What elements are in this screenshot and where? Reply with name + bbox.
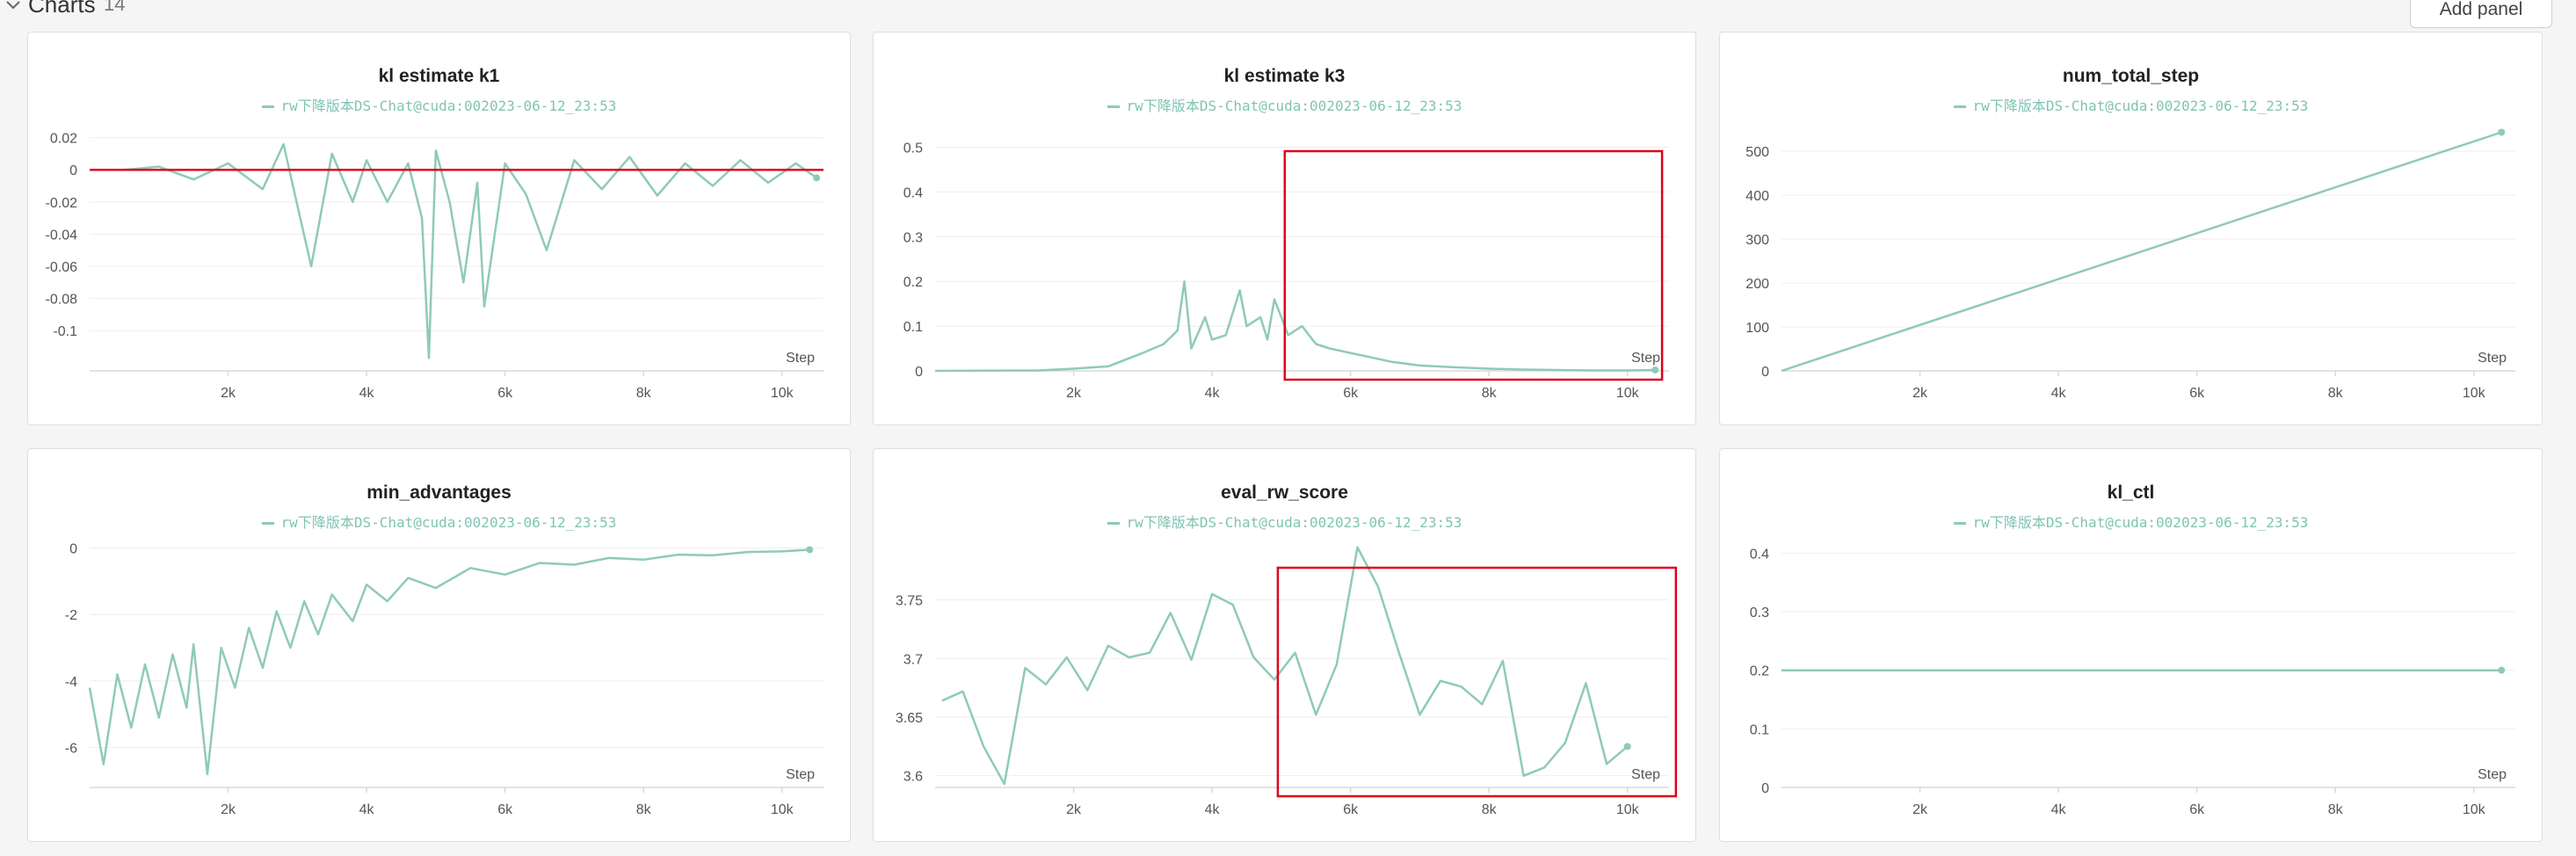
section-title: Charts [28, 0, 96, 18]
y-tick-label: 3.65 [896, 711, 923, 726]
panel-eval-rw-score[interactable]: eval_rw_score rw下降版本DS-Chat@cuda:002023-… [873, 448, 1696, 842]
y-tick-label: 0.2 [1750, 664, 1769, 679]
x-tick-label: 2k [221, 802, 236, 817]
chart-kl-ctl: 0 0.1 0.2 0.3 0.4 2k 4k 6k 8k 10k Step [1750, 547, 2515, 817]
series-end-point [806, 546, 814, 554]
x-tick-label: 6k [2189, 386, 2205, 401]
panel-min-advantages[interactable]: min_advantages rw下降版本DS-Chat@cuda:002023… [27, 448, 851, 842]
y-tick-label: -0.06 [46, 260, 78, 275]
y-tick-label: 3.6 [903, 770, 923, 785]
y-tick-label: 0 [915, 365, 923, 380]
y-tick-label: 0.1 [1750, 722, 1769, 737]
y-tick-label: -0.1 [53, 324, 77, 339]
x-axis-label: Step [1631, 351, 1660, 366]
panel-num-total-step[interactable]: num_total_step rw下降版本DS-Chat@cuda:002023… [1719, 32, 2543, 425]
chart-kl-estimate-k3: 0 0.1 0.2 0.3 0.4 0.5 2k 4k 6k 8k 10k Step [903, 141, 1669, 401]
series-end-point [813, 174, 821, 182]
y-tick-label: -2 [65, 608, 77, 623]
x-tick-label: 6k [497, 802, 513, 817]
x-tick-label: 2k [1912, 386, 1928, 401]
panel-kl-estimate-k3[interactable]: kl estimate k3 rw下降版本DS-Chat@cuda:002023… [873, 32, 1696, 425]
series-line [88, 548, 810, 776]
chart-kl-estimate-k1: 0.02 0 -0.02 -0.04 -0.06 -0.08 -0.1 2k 4k 6k 8k 10k… [46, 132, 824, 401]
highlight-box [1283, 149, 1664, 381]
y-tick-label: 0.2 [903, 275, 923, 290]
x-tick-label: 8k [636, 802, 652, 817]
series-end-point [2498, 128, 2506, 136]
x-tick-label: 8k [1482, 386, 1498, 401]
x-tick-label: 6k [1343, 386, 1359, 401]
x-tick-label: 6k [1343, 802, 1359, 817]
x-tick-label: 4k [2051, 386, 2067, 401]
x-tick-label: 4k [1205, 802, 1221, 817]
x-tick-label: 2k [1912, 802, 1928, 817]
x-tick-label: 8k [2328, 386, 2344, 401]
x-tick-label: 10k [2463, 802, 2486, 817]
x-tick-label: 4k [2051, 802, 2067, 817]
x-tick-label: 10k [2463, 386, 2486, 401]
series-end-point [1651, 366, 1659, 374]
y-tick-label: 100 [1745, 321, 1769, 336]
panel-kl-estimate-k1[interactable]: kl estimate k1 rw下降版本DS-Chat@cuda:002023… [27, 32, 851, 425]
x-tick-label: 2k [1066, 386, 1082, 401]
panel-kl-ctl[interactable]: kl_ctl rw下降版本DS-Chat@cuda:002023-06-12_2… [1719, 448, 2543, 842]
x-tick-label: 10k [771, 386, 795, 401]
y-tick-label: 3.7 [903, 652, 923, 667]
y-tick-label: -6 [65, 742, 77, 757]
x-axis-label: Step [786, 351, 815, 366]
series-line [1781, 131, 2502, 373]
x-tick-label: 8k [636, 386, 652, 401]
x-tick-label: 4k [359, 386, 375, 401]
y-tick-label: -0.02 [46, 196, 78, 211]
y-tick-label: 300 [1745, 233, 1769, 248]
y-tick-label: 0.4 [903, 185, 923, 200]
chevron-down-icon[interactable] [4, 0, 23, 14]
x-tick-label: 6k [2189, 802, 2205, 817]
x-tick-label: 4k [1205, 386, 1221, 401]
y-tick-label: -0.04 [46, 228, 78, 243]
x-tick-label: 10k [1616, 386, 1640, 401]
x-tick-label: 2k [1066, 802, 1082, 817]
chart-min-advantages: 0 -2 -4 -6 2k 4k 6k 8k 10k Step [65, 542, 824, 817]
add-panel-button[interactable]: Add panel [2410, 0, 2552, 28]
y-tick-label: 500 [1745, 145, 1769, 160]
y-tick-label: 0.3 [1750, 606, 1769, 620]
chart-num-total-step: 0 100 200 300 400 500 2k 4k 6k 8k 10k Step [1745, 128, 2515, 401]
series-line [941, 546, 1629, 786]
y-tick-label: -0.08 [46, 293, 78, 308]
y-tick-label: 0.02 [50, 132, 77, 147]
y-tick-label: 200 [1745, 277, 1769, 292]
x-axis-label: Step [2478, 767, 2507, 782]
y-tick-label: 0 [69, 542, 77, 557]
section-header: Charts 14 [0, 0, 2576, 18]
y-tick-label: 0.5 [903, 141, 923, 156]
x-tick-label: 2k [221, 386, 236, 401]
x-tick-label: 4k [359, 802, 375, 817]
series-end-point [2498, 666, 2506, 674]
series-end-point [1623, 743, 1631, 751]
x-tick-label: 6k [497, 386, 513, 401]
series-line [124, 142, 817, 359]
x-axis-label: Step [1631, 767, 1660, 782]
y-tick-label: 3.75 [896, 594, 923, 609]
x-axis-label: Step [2478, 351, 2507, 366]
chart-eval-rw-score: 3.6 3.65 3.7 3.75 2k 4k 6k 8k 10k Step [896, 546, 1678, 817]
x-tick-label: 10k [771, 802, 795, 817]
x-tick-label: 10k [1616, 802, 1640, 817]
x-axis-label: Step [786, 767, 815, 782]
x-tick-label: 8k [1482, 802, 1498, 817]
y-tick-label: 0.4 [1750, 547, 1769, 562]
y-tick-label: 0 [69, 163, 77, 178]
y-tick-label: 400 [1745, 189, 1769, 204]
y-tick-label: 0 [1761, 365, 1769, 380]
x-tick-label: 8k [2328, 802, 2344, 817]
section-count: 14 [104, 0, 126, 15]
y-tick-label: 0 [1761, 781, 1769, 796]
y-tick-label: 0.1 [903, 320, 923, 335]
y-tick-label: 0.3 [903, 230, 923, 245]
highlight-box [1276, 566, 1678, 798]
y-tick-label: -4 [65, 675, 77, 690]
